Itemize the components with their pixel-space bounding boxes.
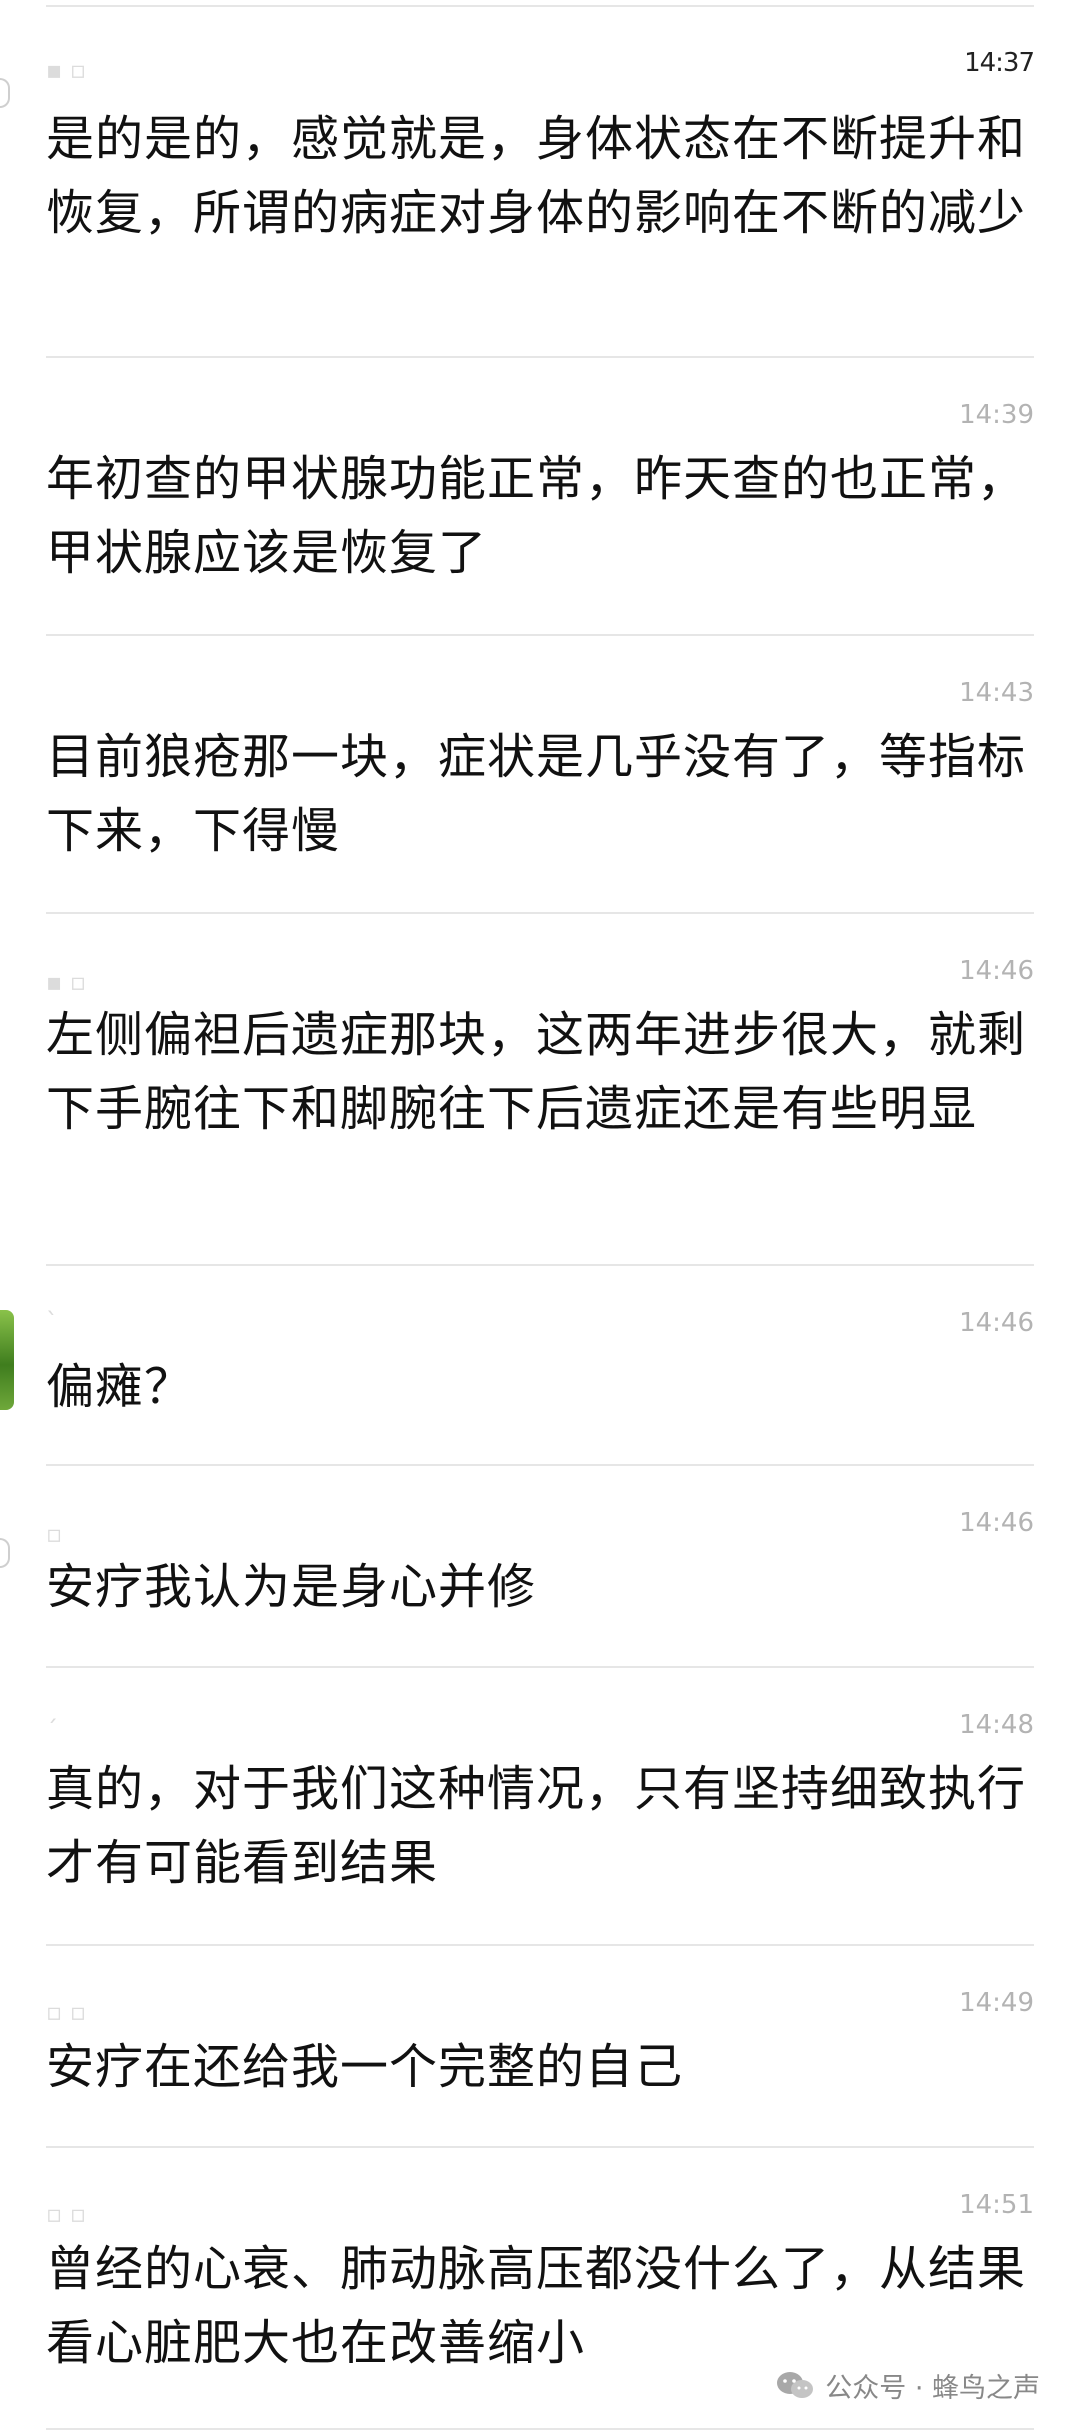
- message-text: 偏瘫？: [46, 1359, 194, 1415]
- message-text: 真的，对于我们这种情况，只有坚持细致执行才有可能看到结果: [46, 1761, 1027, 1891]
- message-text: 安疗在还给我一个完整的自己: [46, 2039, 684, 2095]
- avatar-edge: [0, 1310, 14, 1410]
- message-time: 14:46: [959, 1508, 1034, 1538]
- message-text: 年初查的甲状腺功能正常，昨天查的也正常，甲状腺应该是恢复了: [46, 451, 1027, 581]
- message-text: 是的是的，感觉就是，身体状态在不断提升和恢复，所谓的病症对身体的影响在不断的减少: [46, 111, 1027, 241]
- message-item[interactable]: ▪ ▫ 是的是的，感觉就是，身体状态在不断提升和恢复，所谓的病症对身体的影响在不…: [46, 10, 1034, 358]
- wechat-icon: [775, 2370, 815, 2402]
- message-text: 左侧偏袒后遗症那块，这两年进步很大，就剩下手腕往下和脚腕往下后遗症还是有些明显: [46, 1007, 1027, 1137]
- message-time: 14:51: [959, 2190, 1034, 2220]
- message-text: 目前狼疮那一块，症状是几乎没有了，等指标下来，下得慢: [46, 729, 1027, 859]
- sender-name-blurred: ˋ: [46, 1308, 58, 1336]
- message-item[interactable]: ▫ ▫ 14:49 安疗在还给我一个完整的自己: [46, 1946, 1034, 2148]
- watermark-text: 公众号 · 蜂鸟之声: [825, 2373, 1040, 2404]
- sender-name-blurred: ▫ ▫: [46, 1998, 87, 2026]
- sender-name-blurred: ▫ ▫: [46, 2200, 87, 2228]
- message-time: 14:39: [959, 400, 1034, 430]
- message-time: 14:46: [959, 1308, 1034, 1338]
- message-time: 14:48: [959, 1710, 1034, 1740]
- sender-name-blurred: ˊ: [46, 1716, 58, 1744]
- message-text: 安疗我认为是身心并修: [46, 1559, 537, 1615]
- sender-name-blurred: ▪ ▫: [46, 968, 87, 996]
- message-item[interactable]: ▫ 14:46 安疗我认为是身心并修: [46, 1466, 1034, 1668]
- avatar-edge: [0, 78, 10, 108]
- avatar-edge: [0, 1538, 10, 1568]
- top-divider: [46, 5, 1034, 7]
- sender-name-blurred: ▪ ▫: [46, 56, 87, 84]
- message-time: 14:49: [959, 1988, 1034, 2018]
- message-item[interactable]: ˋ 14:46 偏瘫？: [46, 1266, 1034, 1466]
- message-item[interactable]: ˊ 14:48 真的，对于我们这种情况，只有坚持细致执行才有可能看到结果: [46, 1668, 1034, 1946]
- message-item[interactable]: 14:39 年初查的甲状腺功能正常，昨天查的也正常，甲状腺应该是恢复了: [46, 358, 1034, 636]
- message-text: 曾经的心衰、肺动脉高压都没什么了，从结果看心脏肥大也在改善缩小: [46, 2241, 1027, 2371]
- message-time: 14:46: [959, 956, 1034, 986]
- message-item[interactable]: 14:43 目前狼疮那一块，症状是几乎没有了，等指标下来，下得慢: [46, 636, 1034, 914]
- message-item[interactable]: ▪ ▫ 14:46 左侧偏袒后遗症那块，这两年进步很大，就剩下手腕往下和脚腕往下…: [46, 914, 1034, 1266]
- watermark: 公众号 · 蜂鸟之声: [775, 2366, 1040, 2405]
- message-time: 14:43: [959, 678, 1034, 708]
- sender-name-blurred: ▫: [46, 1520, 63, 1548]
